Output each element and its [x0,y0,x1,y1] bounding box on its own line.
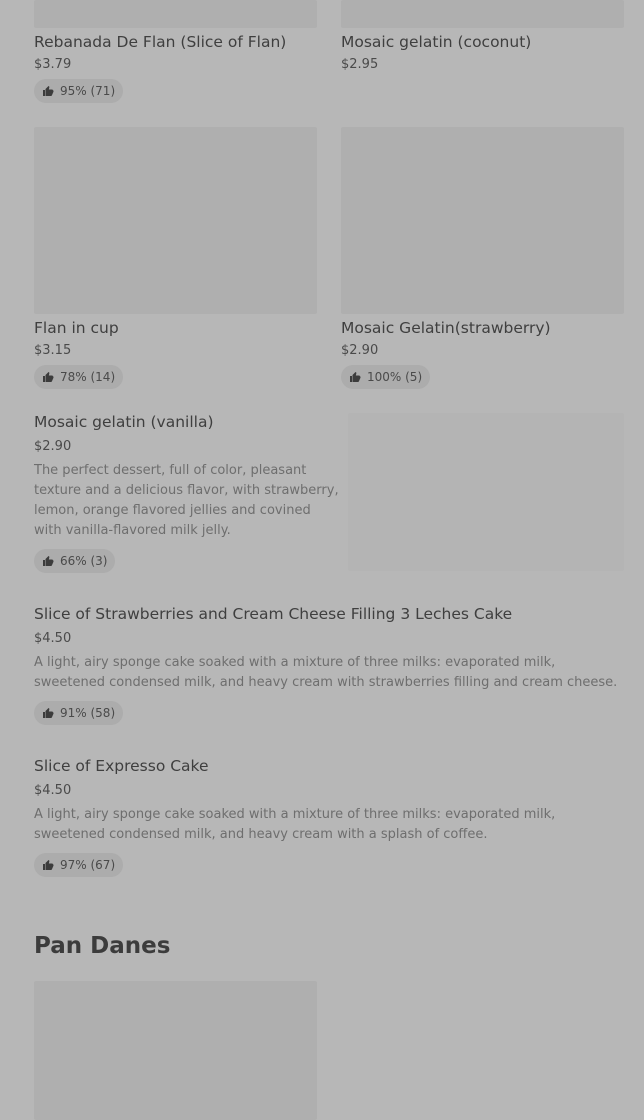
item-image-flan-slice[interactable] [34,0,317,28]
rating-badge-flan-cup: 78% (14) [34,365,124,389]
rating-text: 100% (5) [367,370,423,384]
thumbs-up-icon [43,372,54,382]
rating-text: 78% (14) [60,370,116,384]
item-title-flan-slice[interactable]: Rebanada De Flan (Slice of Flan) [34,33,286,51]
item-price-vanilla: $2.90 [34,439,72,454]
item-description-vanilla: The perfect dessert, full of color, plea… [34,463,339,538]
rating-text: 97% (67) [60,858,116,872]
thumbs-up-icon [43,556,54,566]
item-title-coconut[interactable]: Mosaic gelatin (coconut) [341,33,531,51]
item-image-coconut[interactable] [341,0,624,28]
rating-text: 95% (71) [60,84,116,98]
rating-badge-flan-slice: 95% (71) [34,79,124,103]
rating-text: 91% (58) [60,706,116,720]
item-title-strawberry[interactable]: Mosaic Gelatin(strawberry) [341,319,551,337]
item-image-vanilla[interactable] [348,413,624,571]
item-price-expresso: $4.50 [34,783,72,798]
item-title-expresso[interactable]: Slice of Expresso Cake [34,757,209,775]
section-title-pan-danes: Pan Danes [34,933,171,959]
item-description-expresso: A light, airy sponge cake soaked with a … [34,807,556,842]
item-image-flan-cup[interactable] [34,127,317,314]
item-description-tres-leches: A light, airy sponge cake soaked with a … [34,655,618,690]
rating-text: 66% (3) [60,554,108,568]
item-title-vanilla[interactable]: Mosaic gelatin (vanilla) [34,413,214,431]
item-image-strawberry[interactable] [341,127,624,314]
item-price-strawberry: $2.90 [341,343,379,358]
item-title-tres-leches[interactable]: Slice of Strawberries and Cream Cheese F… [34,605,512,623]
item-price-flan-cup: $3.15 [34,343,72,358]
item-title-flan-cup[interactable]: Flan in cup [34,319,119,337]
item-price-coconut: $2.95 [341,57,379,72]
thumbs-up-icon [43,708,54,718]
rating-badge-expresso: 97% (67) [34,853,124,877]
item-image-pan-danes-first[interactable] [34,981,317,1120]
thumbs-up-icon [43,86,54,96]
thumbs-up-icon [350,372,361,382]
item-price-tres-leches: $4.50 [34,631,72,646]
item-price-flan-slice: $3.79 [34,57,72,72]
thumbs-up-icon [43,860,54,870]
rating-badge-tres-leches: 91% (58) [34,701,124,725]
rating-badge-strawberry: 100% (5) [341,365,431,389]
rating-badge-vanilla: 66% (3) [34,549,116,573]
